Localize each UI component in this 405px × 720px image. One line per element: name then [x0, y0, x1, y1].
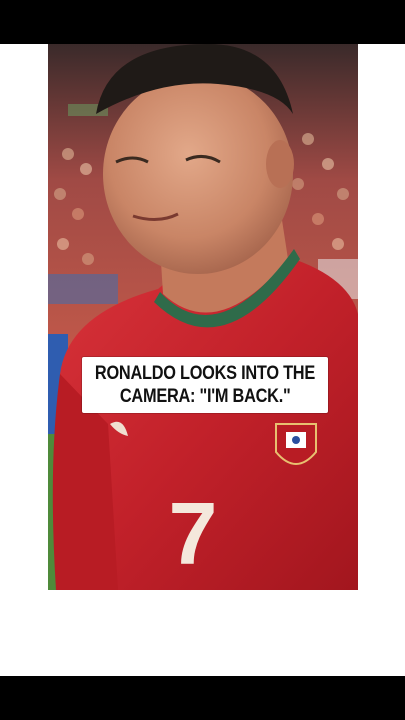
caption-box: RONALDO LOOKS INTO THE CAMERA: "I'M BACK… — [82, 357, 328, 413]
bottom-black-bar — [0, 676, 405, 720]
top-black-bar — [0, 0, 405, 44]
video-frame[interactable]: 7 — [48, 44, 358, 590]
player-photo: 7 — [48, 44, 358, 590]
caption-line-1: RONALDO LOOKS INTO THE — [94, 363, 316, 384]
jersey-number: 7 — [169, 484, 218, 583]
caption-line-2: CAMERA: "I'M BACK." — [119, 386, 291, 407]
